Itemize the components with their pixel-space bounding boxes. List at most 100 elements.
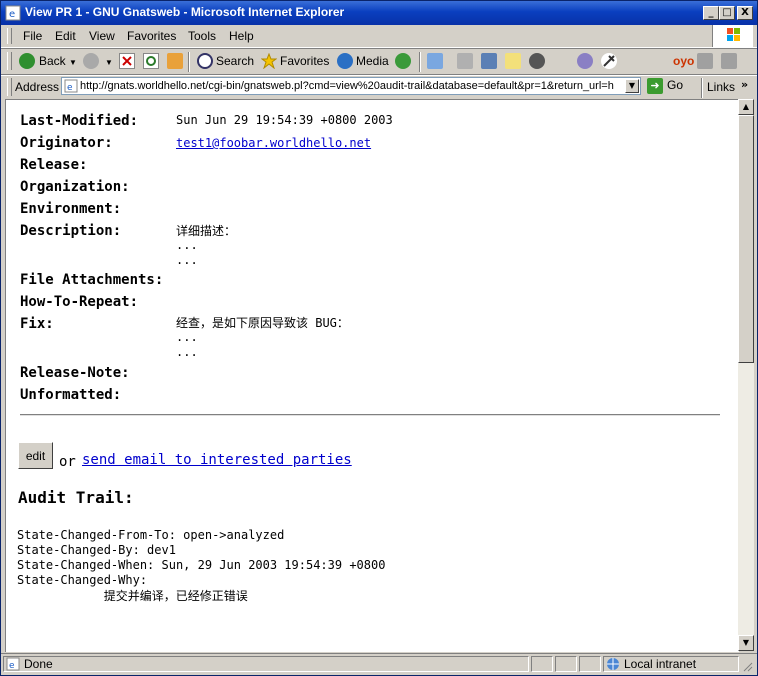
search-button[interactable]: Search (216, 54, 254, 68)
research-icon[interactable] (577, 53, 593, 69)
fix-ellipsis: ... (176, 345, 198, 359)
field-label-release-note: Release-Note: (20, 365, 130, 381)
menu-view[interactable]: View (89, 29, 115, 43)
back-dropdown-icon[interactable]: ▼ (69, 58, 77, 67)
field-label-fix: Fix: (20, 316, 54, 332)
status-pane (531, 656, 553, 672)
media-button[interactable]: Media (356, 54, 389, 68)
page-content: ██████████████ Last-Modified: Sun Jun 29… (5, 99, 739, 652)
toolbar-separator (419, 52, 421, 72)
resize-grip-icon[interactable] (741, 660, 753, 672)
section-divider (20, 414, 720, 416)
field-value-fix: 经查，是如下原因导致该 BUG： (176, 316, 349, 330)
go-arrow-icon: ➜ (647, 78, 663, 94)
favorites-button[interactable]: Favorites (280, 54, 329, 68)
back-arrow-icon[interactable] (19, 53, 35, 69)
address-field[interactable]: e ▼ (61, 77, 641, 95)
media-icon[interactable] (337, 53, 353, 69)
send-email-link[interactable]: send email to interested parties (82, 452, 352, 468)
forward-arrow-icon[interactable] (83, 53, 99, 69)
favorites-star-icon[interactable] (260, 52, 278, 70)
minimize-button[interactable]: _ (703, 6, 719, 20)
fix-ellipsis: ... (176, 330, 198, 344)
address-grip[interactable] (7, 78, 12, 96)
go-button[interactable]: ➜ Go (647, 78, 683, 94)
windows-logo-icon (712, 25, 753, 47)
ie-page-icon: e (64, 79, 78, 93)
mail-icon[interactable] (427, 53, 443, 69)
forward-dropdown-icon[interactable]: ▼ (105, 58, 113, 67)
address-input[interactable] (80, 79, 622, 93)
svg-text:e: e (9, 9, 15, 20)
ie-page-icon: e (5, 5, 21, 21)
close-button[interactable]: X (737, 6, 753, 20)
ie-page-icon: e (6, 657, 20, 671)
scroll-thumb[interactable] (738, 115, 754, 363)
address-bar: Address e ▼ ➜ Go Links » (1, 74, 757, 99)
audit-line: State-Changed-Why: (17, 573, 148, 587)
status-text: Done (24, 657, 53, 671)
menu-bar: File Edit View Favorites Tools Help (1, 25, 757, 48)
vertical-scrollbar[interactable]: ▲ ▼ (738, 99, 754, 651)
title-bar[interactable]: e View PR 1 - GNU Gnatsweb - Microsoft I… (1, 1, 757, 25)
field-label-environment: Environment: (20, 201, 122, 217)
search-icon[interactable] (197, 53, 213, 69)
toolbar-separator (188, 52, 190, 72)
toolbar-grip[interactable] (7, 52, 12, 70)
menu-favorites[interactable]: Favorites (127, 29, 176, 43)
status-pane (579, 656, 601, 672)
field-label-release: Release: (20, 157, 88, 173)
links-button[interactable]: Links (707, 80, 735, 94)
zone-text: Local intranet (624, 657, 697, 671)
addon-icon[interactable]: oyo (673, 54, 694, 68)
status-text-cell: e Done (3, 656, 529, 672)
field-label-description: Description: (20, 223, 122, 239)
status-bar: e Done Local intranet (1, 653, 757, 676)
print-icon[interactable] (457, 53, 473, 69)
stop-icon[interactable] (119, 53, 135, 69)
address-label: Address (15, 80, 60, 94)
standard-toolbar: Back ▼ ▼ Search Favorites Media oyo (1, 48, 757, 76)
zone-cell: Local intranet (603, 656, 739, 672)
audit-line: State-Changed-From-To: open->analyzed (17, 528, 285, 542)
audit-line: State-Changed-When: Sun, 29 Jun 2003 19:… (17, 558, 386, 572)
history-icon[interactable] (395, 53, 411, 69)
refresh-icon[interactable] (143, 53, 159, 69)
tool-icon[interactable] (601, 53, 617, 69)
originator-email-link[interactable]: test1@foobar.worldhello.net (176, 136, 371, 150)
or-text: or (59, 454, 76, 470)
chevron-right-icon[interactable]: » (741, 78, 748, 91)
home-icon[interactable] (167, 53, 183, 69)
addon2-icon[interactable] (697, 53, 713, 69)
audit-line: 提交并编译，已经修正错误 (17, 589, 248, 603)
addon3-icon[interactable] (721, 53, 737, 69)
edit-button[interactable]: edit (18, 442, 53, 469)
intranet-globe-icon (607, 658, 619, 670)
svg-text:e: e (9, 661, 15, 671)
messenger-icon[interactable] (529, 53, 545, 69)
menu-edit[interactable]: Edit (55, 29, 76, 43)
toolbar-separator (701, 78, 703, 98)
scroll-down-icon[interactable]: ▼ (738, 635, 754, 651)
window-title: View PR 1 - GNU Gnatsweb - Microsoft Int… (25, 5, 345, 19)
svg-text:e: e (67, 83, 73, 93)
address-dropdown-icon[interactable]: ▼ (625, 79, 639, 93)
field-label-last-modified: Last-Modified: (20, 113, 139, 129)
field-label-organization: Organization: (20, 179, 130, 195)
discuss-icon[interactable] (505, 53, 521, 69)
go-label: Go (667, 78, 684, 93)
back-button[interactable]: Back (39, 54, 66, 68)
menu-file[interactable]: File (23, 29, 42, 43)
edit-page-icon[interactable] (481, 53, 497, 69)
field-label-unformatted: Unformatted: (20, 387, 122, 403)
maximize-button[interactable]: □ (719, 6, 735, 20)
browser-window: e View PR 1 - GNU Gnatsweb - Microsoft I… (0, 0, 758, 676)
menu-tools[interactable]: Tools (188, 29, 216, 43)
description-ellipsis: ... (176, 253, 198, 267)
menu-help[interactable]: Help (229, 29, 254, 43)
field-value-last-modified: Sun Jun 29 19:54:39 +0800 2003 (176, 113, 393, 127)
field-label-how-to-repeat: How-To-Repeat: (20, 294, 139, 310)
menu-grip[interactable] (7, 28, 12, 44)
scroll-up-icon[interactable]: ▲ (738, 99, 754, 115)
audit-line: State-Changed-By: dev1 (17, 543, 176, 557)
